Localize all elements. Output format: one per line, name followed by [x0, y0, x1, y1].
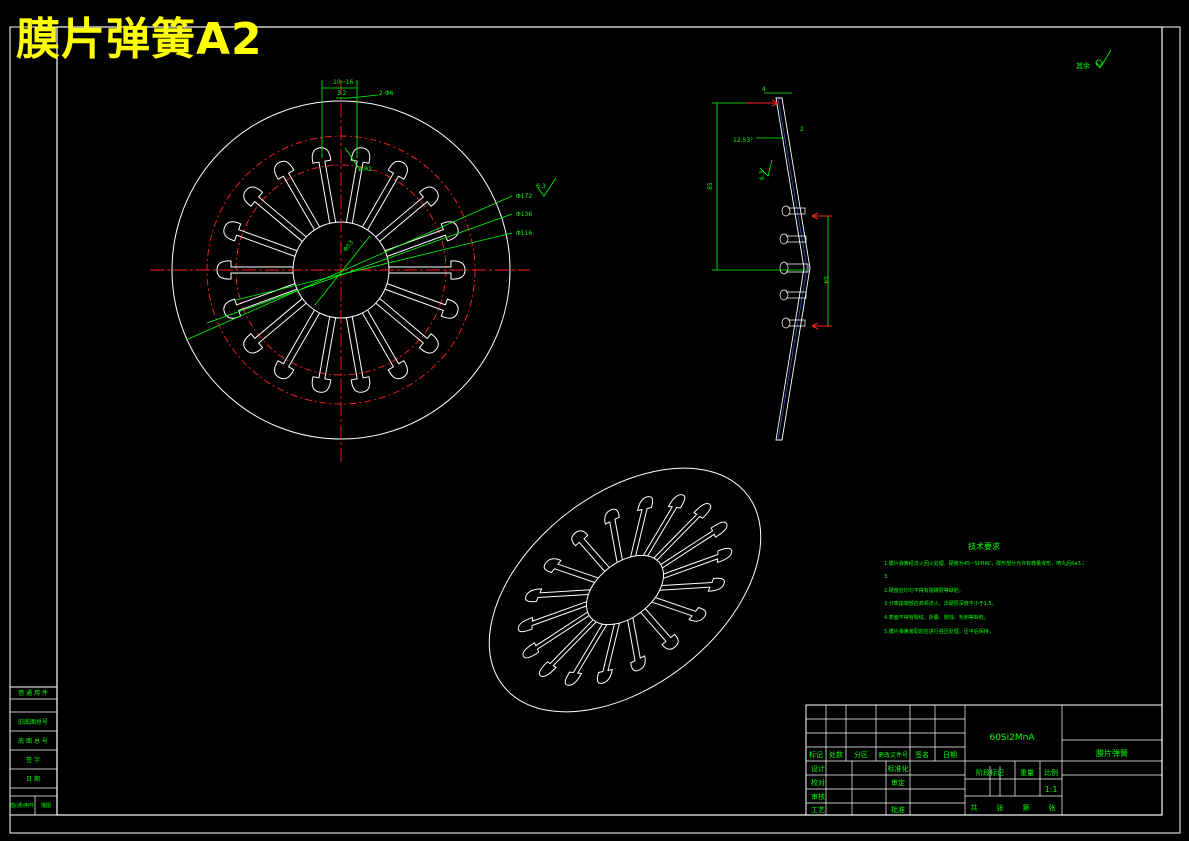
header-count: 处数	[829, 750, 843, 759]
meta-scale: 比例	[1044, 768, 1058, 777]
header-signature: 签名	[915, 750, 929, 759]
iso-finger-slot	[537, 547, 605, 594]
dim-slot-width: 10~16	[333, 79, 353, 86]
dim-angle: 12.53°	[733, 137, 753, 144]
role-design: 设计	[811, 764, 825, 773]
meta-stage: 阶段标记	[976, 768, 1004, 777]
finger-slot	[385, 222, 458, 257]
iso-center-hole	[579, 548, 671, 631]
dim-pivot: 54	[822, 276, 829, 284]
front-roughness-value: 6.3	[536, 183, 546, 190]
header-mark: 标记	[809, 750, 823, 759]
meta-weight: 重量	[1020, 769, 1034, 777]
iso-finger-slot	[614, 612, 657, 675]
role-process: 工艺	[811, 806, 825, 814]
side-table-row-3: 底 图 总 号	[18, 737, 48, 745]
iso-finger-slot	[644, 585, 712, 632]
iso-finger-slot	[523, 577, 593, 609]
dim-mid-diameter: Φ136	[516, 211, 532, 218]
sheet-total-label: 共	[971, 803, 978, 812]
dim-slot-radius: 2-R2	[358, 166, 372, 173]
finger-slot	[346, 148, 369, 224]
cad-drawing: 其余 10~16 3.2 2-Φ6 2-R2 Φ172 Φ136 Φ116 Φ5…	[9, 26, 1181, 834]
iso-finger-slot	[596, 622, 624, 685]
sheet-num-label: 第	[1023, 803, 1030, 812]
arrow-upper	[811, 212, 832, 220]
finger-slot	[224, 222, 297, 257]
finger-slot	[385, 284, 458, 319]
dim-center-diameter: Φ53	[342, 239, 355, 253]
side-table: 借 通 用 件 旧底图总号 底 图 总 号 签 字 日 期 借(通)用件 描图	[9, 686, 58, 816]
iso-finger-slot	[657, 571, 727, 603]
side-profile-hidden	[777, 97, 808, 441]
tech-note-line: 5.膜片弹簧装配前应进行强压处理，压平后保持。	[884, 628, 994, 635]
tech-notes-title: 技术要求	[968, 542, 1000, 551]
leader-hole	[349, 94, 379, 99]
tech-note-line: 4.表面不得有裂纹、折叠、锈蚀、毛刺等缺陷。	[884, 614, 989, 621]
sheet-num-unit: 张	[1049, 803, 1056, 812]
arrow-lower	[811, 322, 832, 330]
side-table-row-4: 签 字	[26, 756, 40, 764]
finger-slot	[362, 310, 407, 379]
dim-outer-diameter: Φ172	[516, 193, 532, 200]
finger-slot	[376, 187, 438, 241]
dim-slot-inner: 3.2	[337, 90, 347, 97]
side-table-row-2: 旧底图总号	[18, 718, 48, 726]
iso-outer-ring	[464, 443, 786, 737]
sheet-total-unit: 张	[997, 803, 1004, 812]
role-check: 校对	[811, 778, 825, 787]
header-change-doc: 更改文件号	[878, 751, 908, 759]
iso-finger-slot	[517, 601, 587, 633]
role-approve: 批准	[891, 805, 905, 814]
side-table-row-5: 日 期	[26, 775, 40, 783]
tech-note-line: 2.硬度应均匀不得有脱碳层等缺陷。	[884, 587, 964, 594]
tech-notes: 技术要求 1.膜片弹簧经淬火回火处理，硬度为45~50HRC，碟形部分允许有微量…	[884, 540, 1084, 639]
leader-center	[314, 235, 371, 306]
title-block: 60Si2MnA 膜片弹簧 标记 处数 分区 更改文件号 签名 日期 设计 校对…	[805, 704, 1163, 816]
side-roughness-value: 6.3	[759, 170, 766, 180]
side-table-row-1: 借 通 用 件	[18, 689, 48, 697]
finger-slot	[312, 317, 335, 393]
iso-finger-slot	[626, 495, 654, 558]
inner-frame	[56, 26, 1163, 816]
finger-slot	[275, 310, 320, 379]
finger-slot	[312, 148, 335, 224]
finger-slot	[346, 317, 369, 393]
part-name: 膜片弹簧	[1096, 748, 1128, 758]
front-view: 10~16 3.2 2-Φ6 2-R2 Φ172 Φ136 Φ116 Φ53 6…	[150, 79, 557, 462]
dim-inner-diameter: Φ116	[516, 230, 532, 237]
side-table-row-7: 描图	[41, 802, 51, 809]
dim-thickness: 4	[762, 86, 766, 93]
dim-hole: 2-Φ6	[379, 90, 394, 97]
role-standard: 标准化	[888, 764, 909, 773]
tech-note-line: 3.分离指端部应高频淬火，淬硬层深度不小于1.5。	[884, 601, 997, 608]
side-view: 4 2 12.53° 6.3 85 54	[707, 86, 832, 441]
tech-note-line: 1.膜片弹簧经淬火回火处理，硬度为45~50HRC，碟形部分允许有微量变形，喷丸…	[884, 560, 1084, 567]
header-date: 日期	[943, 751, 957, 759]
finger-slot	[244, 187, 306, 241]
side-table-row-6: 借(通)用件	[10, 802, 34, 809]
isometric-view	[464, 443, 786, 737]
dim-height: 85	[707, 182, 714, 190]
iso-finger-slot	[663, 547, 733, 579]
roughness-note: 其余	[1076, 61, 1090, 70]
outer-frame	[9, 26, 1181, 834]
material-label: 60Si2MnA	[989, 733, 1035, 743]
role-review: 审核	[811, 792, 825, 801]
side-profile	[775, 97, 811, 441]
finger-slot	[376, 299, 438, 353]
tech-note-line: 3.	[884, 574, 889, 581]
drawing-banner-title: 膜片弹簧A2	[16, 14, 263, 65]
header-zone: 分区	[854, 750, 868, 759]
role-approve-check: 审定	[891, 778, 905, 787]
leader-outer	[185, 195, 513, 341]
scale-value: 1:1	[1045, 785, 1058, 794]
roughness-symbol: 其余	[1076, 49, 1112, 70]
leader-mid	[206, 213, 513, 324]
iso-finger-slot	[593, 504, 636, 567]
iso-fingers	[500, 475, 751, 706]
dim-edge: 2	[800, 126, 804, 133]
arrow-top	[746, 99, 779, 107]
finger-slot	[275, 161, 320, 230]
